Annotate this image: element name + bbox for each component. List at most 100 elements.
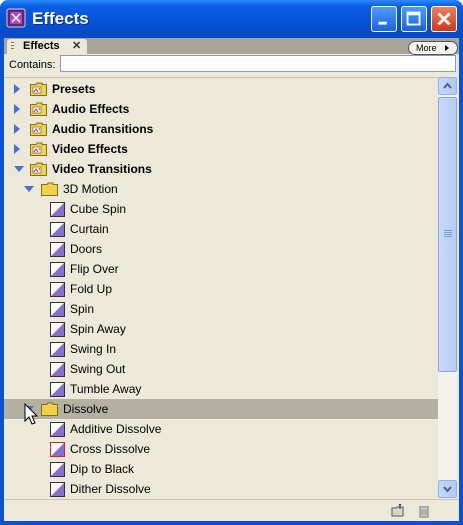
arrow-down-icon — [443, 486, 452, 493]
collapsed-triangle-icon[interactable] — [14, 144, 20, 154]
grip-icon[interactable] — [11, 42, 14, 51]
effect-item[interactable]: Curtain — [4, 219, 438, 239]
new-bin-icon[interactable] — [391, 504, 405, 518]
effect-item[interactable]: Flip Over — [4, 259, 438, 279]
folder-icon — [30, 142, 47, 156]
effect-item[interactable]: Doors — [4, 239, 438, 259]
transition-icon — [50, 482, 65, 497]
tree-item-label: Curtain — [70, 222, 109, 236]
effect-item[interactable]: Swing In — [4, 339, 438, 359]
transition-icon — [50, 382, 65, 397]
folder-icon — [41, 402, 58, 416]
panel-footer — [4, 499, 459, 521]
tree-item-label: Dip to Black — [70, 462, 135, 476]
tab-close-icon[interactable]: ✕ — [72, 39, 81, 52]
transition-icon — [50, 422, 65, 437]
tree-folder-row[interactable]: Audio Transitions — [4, 119, 438, 139]
tree-item-label: Cross Dissolve — [70, 442, 151, 456]
tree-folder-row[interactable]: Video Effects — [4, 139, 438, 159]
maximize-button[interactable] — [401, 6, 427, 32]
transition-icon — [50, 302, 65, 317]
trash-icon[interactable] — [417, 504, 431, 518]
transition-icon — [50, 442, 65, 457]
effect-item[interactable]: Cube Spin — [4, 199, 438, 219]
arrow-up-icon — [443, 82, 452, 89]
transition-icon — [50, 282, 65, 297]
tree-item-label: Swing In — [70, 342, 117, 356]
effect-item[interactable]: Cross Dissolve — [4, 439, 438, 459]
tab-label: Effects — [23, 40, 60, 52]
tree-item-label: Swing Out — [70, 362, 126, 376]
tree-folder-row[interactable]: Video Transitions — [4, 159, 438, 179]
tree-folder-row[interactable]: Presets — [4, 79, 438, 99]
transition-icon — [50, 242, 65, 257]
effect-item[interactable]: Spin — [4, 299, 438, 319]
folder-icon — [30, 162, 47, 176]
tree-item-label: Video Transitions — [52, 162, 152, 176]
window-title: Effects — [32, 9, 89, 28]
tree-item-label: Fold Up — [70, 282, 113, 296]
minimize-icon — [378, 21, 387, 25]
tree-item-label: Presets — [52, 82, 96, 96]
effect-item[interactable]: Additive Dissolve — [4, 419, 438, 439]
tree-item-label: Audio Effects — [52, 102, 130, 116]
contains-search-input[interactable] — [60, 55, 456, 72]
tree-item-label: Tumble Away — [70, 382, 142, 396]
tree-folder-row[interactable]: Audio Effects — [4, 99, 438, 119]
minimize-button[interactable] — [371, 6, 397, 32]
more-menu-button[interactable]: More — [408, 41, 458, 55]
tree-item-label: Cube Spin — [70, 202, 127, 216]
transition-icon — [50, 202, 65, 217]
menu-arrow-icon — [445, 45, 449, 51]
premiere-app-icon — [6, 8, 26, 28]
collapsed-triangle-icon[interactable] — [14, 124, 20, 134]
collapsed-triangle-icon[interactable] — [14, 84, 20, 94]
tree-item-label: Spin Away — [70, 322, 126, 336]
scroll-thumb[interactable] — [438, 97, 457, 372]
tree-item-label: 3D Motion — [63, 182, 118, 196]
effects-panel: Effects ✕ More Contains: Presets Audio Ef… — [4, 38, 459, 521]
tree-item-label: Dissolve — [63, 402, 109, 416]
contains-label: Contains: — [9, 59, 56, 71]
thumb-grip-icon — [444, 230, 452, 238]
tree-item-label: Doors — [70, 242, 103, 256]
effect-item[interactable]: Spin Away — [4, 319, 438, 339]
transition-icon — [50, 362, 65, 377]
panel-tab-bar: Effects ✕ More — [4, 38, 459, 55]
effect-item[interactable]: Dip to Black — [4, 459, 438, 479]
tree-folder-row[interactable]: 3D Motion — [4, 179, 438, 199]
tree-item-label: Dither Dissolve — [70, 482, 151, 496]
folder-icon — [30, 82, 47, 96]
scroll-up-button[interactable] — [438, 77, 457, 95]
transition-icon — [50, 262, 65, 277]
transition-icon — [50, 462, 65, 477]
tree-item-label: Spin — [70, 302, 95, 316]
close-button[interactable] — [431, 6, 457, 32]
effect-item[interactable]: Fold Up — [4, 279, 438, 299]
expanded-triangle-icon[interactable] — [14, 166, 24, 172]
tree-folder-row[interactable]: Dissolve — [4, 399, 438, 419]
vertical-scrollbar[interactable] — [438, 77, 457, 498]
scroll-down-button[interactable] — [438, 480, 457, 498]
tree-item-label: Audio Transitions — [52, 122, 154, 136]
transition-icon — [50, 222, 65, 237]
effect-item[interactable]: Tumble Away — [4, 379, 438, 399]
effects-tree: Presets Audio Effects Audio Transitions Vid… — [4, 77, 438, 499]
mouse-pointer-icon — [24, 403, 39, 425]
tree-item-label: Video Effects — [52, 142, 128, 156]
tree-item-label: Flip Over — [70, 262, 119, 276]
title-bar[interactable]: Effects — [0, 0, 463, 38]
tree-item-label: Additive Dissolve — [70, 422, 162, 436]
transition-icon — [50, 322, 65, 337]
transition-icon — [50, 342, 65, 357]
folder-icon — [41, 182, 58, 196]
folder-icon — [30, 102, 47, 116]
folder-icon — [30, 122, 47, 136]
maximize-icon — [406, 11, 421, 26]
tab-effects[interactable]: Effects ✕ — [7, 39, 87, 54]
close-icon — [437, 12, 451, 26]
expanded-triangle-icon[interactable] — [24, 186, 34, 192]
collapsed-triangle-icon[interactable] — [14, 104, 20, 114]
effect-item[interactable]: Dither Dissolve — [4, 479, 438, 499]
effect-item[interactable]: Swing Out — [4, 359, 438, 379]
